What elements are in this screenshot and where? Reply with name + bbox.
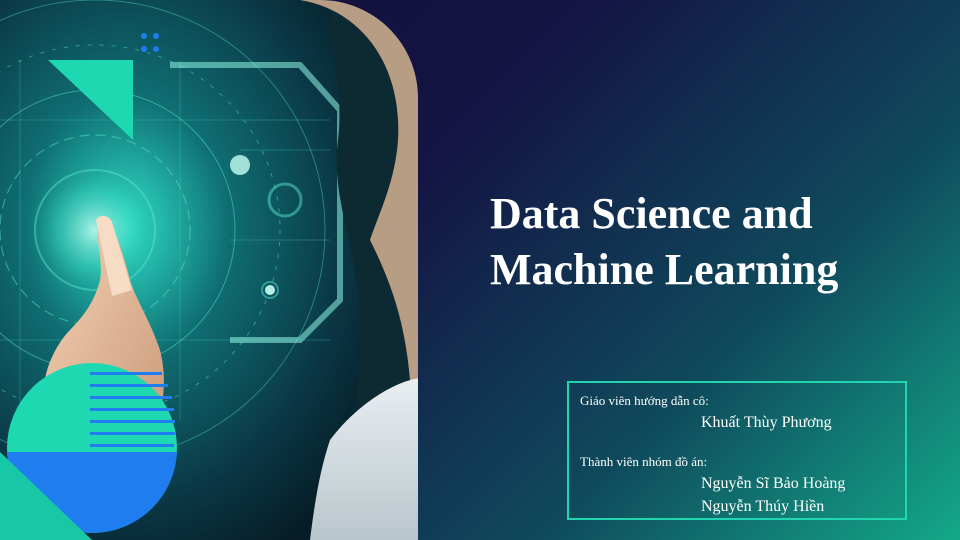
title-line-2: Machine Learning	[490, 245, 839, 294]
member-name: Nguyễn Thúy Hiền	[701, 498, 825, 515]
slide-title: Data Science and Machine Learning	[490, 186, 930, 298]
members-label: Thành viên nhóm đồ án:	[580, 454, 708, 469]
supervisor-name: Khuất Thùy Phương	[701, 414, 832, 431]
slide: Data Science and Machine Learning Giáo v…	[0, 0, 960, 540]
member-name: Nguyễn Sĩ Bảo Hoàng	[701, 475, 846, 492]
title-line-1: Data Science and	[490, 189, 813, 238]
info-box: Giáo viên hướng dẫn cô: Khuất Thùy Phươn…	[567, 381, 907, 520]
hero-image	[0, 0, 418, 540]
supervisor-label: Giáo viên hướng dẫn cô:	[580, 393, 709, 408]
